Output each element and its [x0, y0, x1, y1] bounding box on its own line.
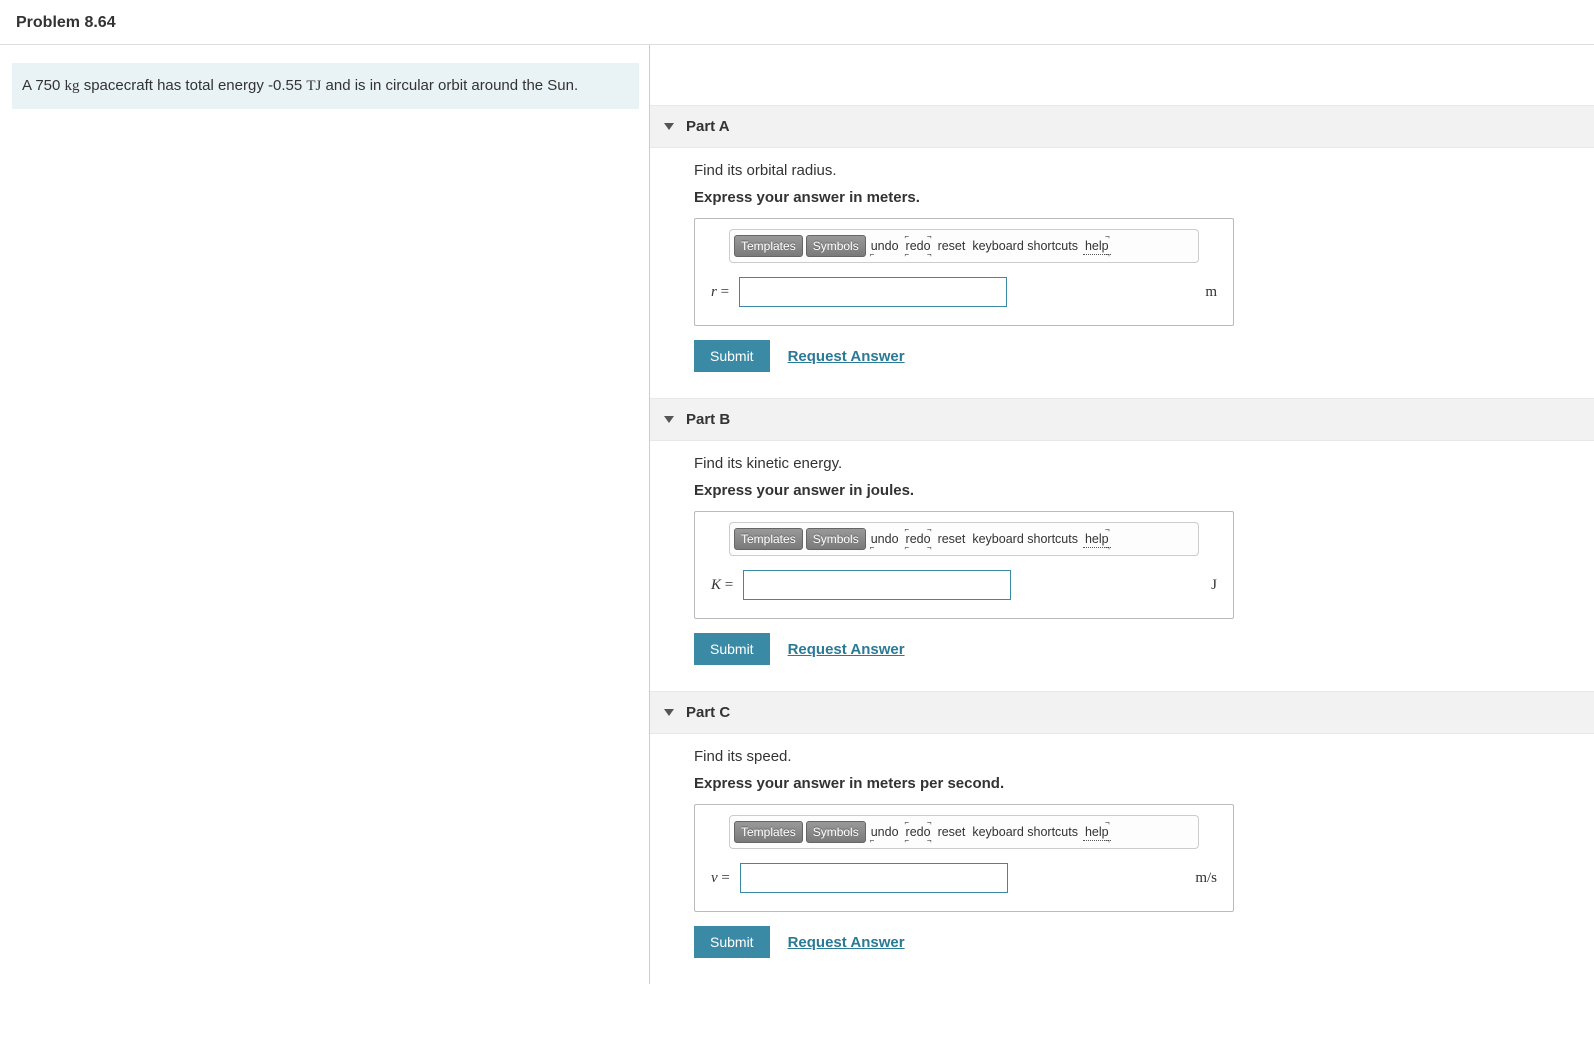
- help-button[interactable]: ¬¬help: [1083, 824, 1111, 841]
- templates-button[interactable]: Templates: [734, 235, 803, 257]
- part-a-submit-button[interactable]: Submit: [694, 340, 770, 372]
- part-b-unit: J: [1211, 577, 1217, 594]
- part-c-input[interactable]: [740, 863, 1008, 893]
- part-c-var-label: v =: [711, 870, 730, 887]
- part-b-instruction: Express your answer in joules.: [694, 482, 1584, 499]
- reset-button[interactable]: reset: [936, 824, 968, 840]
- part-a-header[interactable]: Part A: [650, 105, 1594, 148]
- part-a-input[interactable]: [739, 277, 1007, 307]
- right-column: Part A Find its orbital radius. Express …: [650, 45, 1594, 984]
- part-a-unit: m: [1205, 284, 1217, 301]
- undo-button[interactable]: ⌐undo: [869, 824, 901, 840]
- redo-button[interactable]: ⌐¬⌐¬redo: [904, 824, 933, 840]
- part-a-title: Part A: [686, 118, 730, 135]
- problem-statement: A 750 kg spacecraft has total energy -0.…: [12, 63, 639, 109]
- part-b-toolbar: Templates Symbols ⌐undo ⌐¬⌐¬redo reset k…: [729, 522, 1199, 556]
- problem-header: Problem 8.64: [0, 0, 1594, 45]
- part-c-answer-box: Templates Symbols ⌐undo ⌐¬⌐¬redo reset k…: [694, 804, 1234, 912]
- templates-button[interactable]: Templates: [734, 528, 803, 550]
- part-c-request-answer-link[interactable]: Request Answer: [788, 934, 905, 951]
- part-c-instruction: Express your answer in meters per second…: [694, 775, 1584, 792]
- symbols-button[interactable]: Symbols: [806, 235, 866, 257]
- undo-button[interactable]: ⌐undo: [869, 531, 901, 547]
- part-b-submit-button[interactable]: Submit: [694, 633, 770, 665]
- part-b-var-label: K =: [711, 577, 733, 594]
- part-c-title: Part C: [686, 704, 730, 721]
- reset-button[interactable]: reset: [936, 238, 968, 254]
- part-c-prompt: Find its speed.: [694, 748, 1584, 765]
- part-c-unit: m/s: [1195, 870, 1217, 887]
- caret-down-icon: [664, 123, 674, 130]
- part-b-request-answer-link[interactable]: Request Answer: [788, 641, 905, 658]
- part-a-answer-box: Templates Symbols ⌐undo ⌐¬⌐¬redo reset k…: [694, 218, 1234, 326]
- keyboard-shortcuts-button[interactable]: keyboard shortcuts: [970, 531, 1080, 547]
- part-b-input[interactable]: [743, 570, 1011, 600]
- caret-down-icon: [664, 416, 674, 423]
- part-b-title: Part B: [686, 411, 730, 428]
- part-c: Part C Find its speed. Express your answ…: [650, 691, 1594, 958]
- part-a-instruction: Express your answer in meters.: [694, 189, 1584, 206]
- part-a-var-label: r =: [711, 284, 729, 301]
- part-a-request-answer-link[interactable]: Request Answer: [788, 348, 905, 365]
- part-b-answer-box: Templates Symbols ⌐undo ⌐¬⌐¬redo reset k…: [694, 511, 1234, 619]
- part-a-toolbar: Templates Symbols ⌐undo ⌐¬⌐¬redo reset k…: [729, 229, 1199, 263]
- help-button[interactable]: ¬¬help: [1083, 531, 1111, 548]
- templates-button[interactable]: Templates: [734, 821, 803, 843]
- reset-button[interactable]: reset: [936, 531, 968, 547]
- caret-down-icon: [664, 709, 674, 716]
- part-a: Part A Find its orbital radius. Express …: [650, 105, 1594, 372]
- part-b-header[interactable]: Part B: [650, 398, 1594, 441]
- problem-title: Problem 8.64: [16, 14, 1578, 32]
- part-b-prompt: Find its kinetic energy.: [694, 455, 1584, 472]
- part-c-header[interactable]: Part C: [650, 691, 1594, 734]
- redo-button[interactable]: ⌐¬⌐¬redo: [904, 238, 933, 254]
- undo-button[interactable]: ⌐undo: [869, 238, 901, 254]
- redo-button[interactable]: ⌐¬⌐¬redo: [904, 531, 933, 547]
- part-c-toolbar: Templates Symbols ⌐undo ⌐¬⌐¬redo reset k…: [729, 815, 1199, 849]
- symbols-button[interactable]: Symbols: [806, 821, 866, 843]
- left-column: A 750 kg spacecraft has total energy -0.…: [0, 45, 650, 984]
- keyboard-shortcuts-button[interactable]: keyboard shortcuts: [970, 238, 1080, 254]
- symbols-button[interactable]: Symbols: [806, 528, 866, 550]
- part-c-submit-button[interactable]: Submit: [694, 926, 770, 958]
- keyboard-shortcuts-button[interactable]: keyboard shortcuts: [970, 824, 1080, 840]
- help-button[interactable]: ¬¬help: [1083, 238, 1111, 255]
- part-a-prompt: Find its orbital radius.: [694, 162, 1584, 179]
- part-b: Part B Find its kinetic energy. Express …: [650, 398, 1594, 665]
